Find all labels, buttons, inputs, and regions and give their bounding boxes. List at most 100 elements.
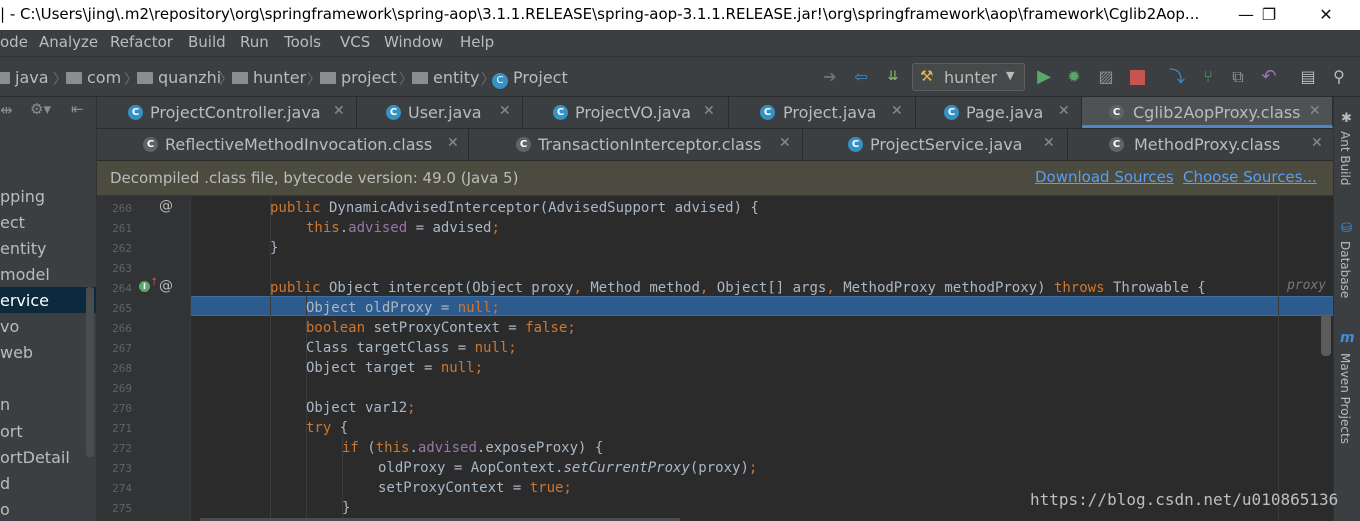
menu-build[interactable]: Build [188, 33, 226, 51]
tree-item[interactable]: ect [0, 213, 25, 232]
folder-icon [0, 72, 10, 84]
tree-item[interactable]: web [0, 343, 33, 362]
tab-project[interactable]: C Project.java ✕ [729, 97, 916, 128]
implements-method-icon[interactable]: I [139, 281, 150, 292]
close-icon[interactable]: ✕ [499, 103, 511, 119]
close-icon[interactable]: ✕ [1309, 103, 1321, 119]
tree-item[interactable]: n [0, 395, 10, 414]
tree-item-selected[interactable]: ervice [0, 291, 49, 310]
menu-run[interactable]: Run [240, 33, 269, 51]
tree-item[interactable]: pping [0, 187, 45, 206]
close-icon[interactable]: ✕ [447, 135, 459, 151]
tree-scrollbar[interactable] [86, 287, 94, 457]
tab-projectvo[interactable]: C ProjectVO.java ✕ [523, 97, 729, 128]
tree-item[interactable]: model [0, 265, 50, 284]
tree-item[interactable]: d [0, 474, 10, 493]
navigation-bar: java 〉 com 〉 quanzhi 〉 hunter 〉 project … [0, 57, 1360, 97]
line-number: 275 [112, 502, 132, 515]
menu-help[interactable]: Help [460, 33, 494, 51]
line-number: 263 [112, 262, 132, 275]
tab-project-service[interactable]: C ProjectService.java ✕ [803, 129, 1068, 160]
tree-item[interactable]: ortDetail [0, 448, 70, 467]
menu-vcs[interactable]: VCS [340, 33, 370, 51]
menu-analyze[interactable]: Analyze [39, 33, 98, 51]
class-icon: C [128, 105, 143, 120]
debug-icon[interactable]: ✹ [1063, 66, 1085, 88]
menu-code[interactable]: ode [0, 33, 28, 51]
code-editor[interactable]: proxy [191, 196, 1333, 521]
breadcrumb-quanzhi[interactable]: quanzhi [137, 68, 221, 87]
tab-user[interactable]: C User.java ✕ [357, 97, 523, 128]
structure-icon[interactable]: ▤ [1297, 66, 1319, 88]
run-configuration-select[interactable]: ⚒ hunter ▼ [912, 63, 1025, 91]
ant-icon: ✱ [1341, 111, 1352, 126]
tree-item[interactable]: ort [0, 422, 23, 441]
breadcrumb-com[interactable]: com [66, 68, 121, 87]
close-icon[interactable]: ✕ [1311, 135, 1323, 151]
maven-projects-tab[interactable]: Maven Projects [1338, 353, 1352, 444]
close-icon[interactable]: ✕ [333, 103, 345, 119]
tab-reflective-method-invocation[interactable]: C ReflectiveMethodInvocation.class ✕ [97, 129, 469, 160]
tab-cglib2aopproxy[interactable]: C Cglib2AopProxy.class ✕ [1082, 97, 1333, 128]
close-icon[interactable]: ✕ [1058, 103, 1070, 119]
vcs-branch-icon[interactable]: ⑂ [1197, 66, 1219, 88]
choose-sources-link[interactable]: Choose Sources... [1183, 168, 1317, 186]
menu-window[interactable]: Window [384, 33, 443, 51]
close-icon[interactable]: ✕ [703, 103, 715, 119]
decompiled-banner: Decompiled .class file, bytecode version… [97, 161, 1333, 196]
line-number: 267 [112, 342, 132, 355]
undo-icon[interactable]: ↶ [1258, 66, 1280, 88]
coverage-icon[interactable]: ▨ [1095, 66, 1117, 88]
vcs-update-icon[interactable]: ⤵ [1166, 66, 1188, 88]
download-sources-link[interactable]: Download Sources [1035, 168, 1174, 186]
tree-item[interactable]: entity [0, 239, 46, 258]
menu-tools[interactable]: Tools [284, 33, 321, 51]
inlay-hint: proxy [1287, 278, 1327, 293]
chevron-right-icon: 〉 [53, 72, 67, 88]
arrow-up-icon: ↑ [150, 277, 159, 288]
tab-page[interactable]: C Page.java ✕ [916, 97, 1082, 128]
back-arrow-icon[interactable]: ➔ [819, 66, 841, 88]
tab-transaction-interceptor[interactable]: C TransactionInterceptor.class ✕ [469, 129, 803, 160]
tab-project-controller[interactable]: C ProjectController.java ✕ [97, 97, 357, 128]
annotation-at-icon[interactable]: @ [159, 278, 173, 294]
line-number: 273 [112, 462, 132, 475]
line-number: 271 [112, 422, 132, 435]
maven-icon: m [1340, 330, 1355, 346]
vertical-scrollbar[interactable] [1321, 314, 1331, 356]
forward-arrow-icon[interactable]: ⇦ [850, 66, 872, 88]
database-tab[interactable]: Database [1338, 241, 1352, 298]
collapse-icon[interactable]: ⇹ [0, 101, 13, 119]
annotation-at-icon[interactable]: @ [159, 198, 173, 214]
breadcrumb-hunter[interactable]: hunter [232, 68, 306, 87]
close-icon[interactable]: ✕ [1043, 135, 1055, 151]
breadcrumb-entity[interactable]: entity [412, 68, 479, 87]
ant-build-tab[interactable]: Ant Build [1338, 131, 1352, 185]
close-icon[interactable]: ✕ [891, 103, 903, 119]
line-number: 274 [112, 482, 132, 495]
class-icon: C [1109, 105, 1124, 120]
stop-icon[interactable] [1130, 70, 1145, 85]
close-icon[interactable]: ✕ [779, 135, 791, 151]
breadcrumb-project[interactable]: project [320, 68, 397, 87]
gear-icon[interactable]: ⚙▾ [30, 100, 51, 118]
search-icon[interactable]: ⚲ [1328, 66, 1350, 88]
menu-bar: ode Analyze Refactor Build Run Tools VCS… [0, 30, 1360, 57]
run-icon[interactable]: ▶ [1033, 66, 1055, 88]
breadcrumb-project-class[interactable]: C Project [492, 68, 568, 89]
hide-panel-icon[interactable]: ⇤ [71, 100, 84, 118]
breadcrumb-java[interactable]: java [0, 68, 49, 87]
sort-icon[interactable]: ⇊ [882, 66, 904, 88]
line-number: 266 [112, 322, 132, 335]
close-button[interactable]: ✕ [1303, 0, 1349, 30]
tab-method-proxy[interactable]: C MethodProxy.class ✕ [1068, 129, 1333, 160]
menu-refactor[interactable]: Refactor [110, 33, 173, 51]
right-tool-strip: ✱ Ant Build ⛁ Database m Maven Projects [1333, 97, 1360, 521]
maximize-button[interactable]: ❐ [1246, 0, 1292, 30]
vcs-commit-icon[interactable]: ⧉ [1227, 66, 1249, 88]
folder-icon [232, 72, 248, 84]
tree-item[interactable]: o [0, 500, 10, 519]
database-icon: ⛁ [1341, 221, 1352, 236]
chevron-right-icon: 〉 [307, 72, 321, 88]
tree-item[interactable]: vo [0, 317, 19, 336]
